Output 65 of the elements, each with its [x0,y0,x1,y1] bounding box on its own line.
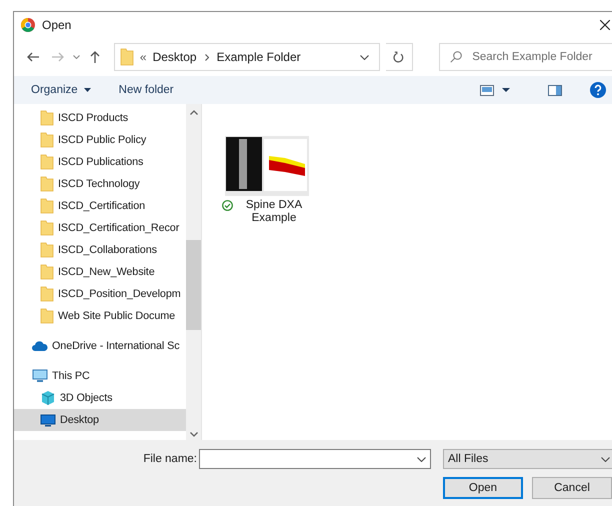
desktop-icon [40,414,56,426]
dropdown-caret-icon[interactable] [360,54,369,60]
nav-item[interactable]: ISCD_Certification [14,195,186,217]
file-name-label: File name: [143,453,197,465]
computer-icon [32,369,48,383]
scrollbar[interactable] [186,104,201,440]
nav-item[interactable]: ISCD_Certification_Recor [14,217,186,239]
close-icon[interactable] [600,20,610,30]
overflow-chevron[interactable]: « [140,50,147,64]
file-type-dropdown[interactable]: All Files [443,449,612,469]
caret-icon[interactable] [502,88,510,92]
breadcrumb[interactable]: Example Folder [216,50,301,64]
folder-icon [40,308,54,324]
up-arrow-icon[interactable] [90,50,100,64]
folder-icon [40,132,54,148]
nav-item[interactable]: ISCD Products [14,107,186,129]
dialog-button[interactable]: Open [443,477,523,499]
nav-item[interactable]: 3D Objects [14,387,186,409]
chevron-icon [204,54,209,60]
folder-icon [40,286,54,302]
dialog-button[interactable]: Cancel [532,477,612,499]
preview-pane-icon[interactable] [548,84,562,96]
search-placeholder: Search Example Folder [472,51,592,63]
nav-item[interactable]: Desktop [14,409,186,431]
nav-item[interactable]: ISCD Public Policy [14,129,186,151]
folder-icon [120,48,134,66]
help-icon[interactable] [590,82,606,98]
nav-item[interactable]: ISCD_New_Website [14,261,186,283]
folder-icon [40,242,54,258]
dropdown-caret-icon [601,456,610,462]
organize-menu[interactable]: Organize [31,84,91,96]
refresh-icon [393,51,404,63]
nav-item[interactable]: ISCD Publications [14,151,186,173]
folder-icon [40,110,54,126]
nav-item[interactable]: ISCD Technology [14,173,186,195]
folder-icon [40,154,54,170]
nav-item[interactable]: Web Site Public Docume [14,305,186,327]
folder-icon [40,176,54,192]
file-name-field[interactable] [199,449,431,469]
scroll-up-icon[interactable] [190,110,198,115]
nav-item[interactable]: ISCD_Collaborations [14,239,186,261]
nav-item[interactable]: OneDrive - International Sc [14,335,186,357]
folder-icon [40,220,54,236]
view-picture-icon[interactable] [480,84,494,96]
scroll-thumb[interactable] [186,240,201,330]
nav-item[interactable]: This PC [14,365,186,387]
folder-icon [40,198,54,214]
file-name[interactable]: Spine DXA Example [236,199,312,225]
browser-logo-icon [21,18,35,32]
cloud-icon [32,341,48,351]
folder-icon [40,264,54,280]
search-icon [450,51,462,63]
refresh-button[interactable] [386,43,414,71]
search-field[interactable]: Search Example Folder [439,43,612,71]
scroll-down-icon[interactable] [190,432,198,437]
thumbnail-drawing[interactable] [225,136,309,196]
caret-icon [84,88,91,92]
back-arrow-icon[interactable] [26,52,40,62]
new-folder-button[interactable]: New folder [118,84,174,96]
cube-icon [40,390,56,406]
window-title: Open [42,18,72,32]
breadcrumb[interactable]: Desktop [152,50,197,64]
dropdown-caret-icon[interactable] [417,456,426,462]
nav-item[interactable]: ISCD_Position_Developm [14,283,186,305]
address-bar[interactable]: « Desktop Example Folder [114,43,380,71]
